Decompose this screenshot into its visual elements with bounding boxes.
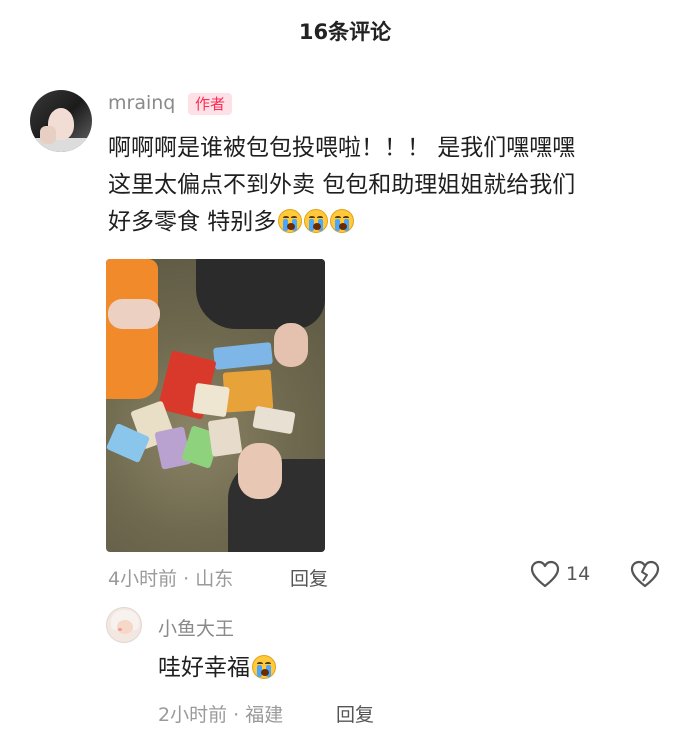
reply-reply-button[interactable]: 回复	[336, 700, 374, 727]
author-avatar[interactable]	[30, 90, 92, 152]
photo-orange-bag	[106, 259, 158, 399]
comment-time-location: 4小时前 · 山东	[108, 568, 234, 590]
crying-face-emoji-icon	[330, 209, 355, 233]
author-badge: 作者	[188, 93, 233, 115]
crying-face-emoji-icon	[278, 209, 303, 233]
reply-username[interactable]: 小鱼大王	[158, 614, 234, 641]
photo-dark-clothing	[196, 259, 325, 329]
avatar-hand	[40, 126, 56, 144]
avatar-shirt	[30, 138, 92, 152]
broken-heart-icon[interactable]	[630, 560, 660, 588]
comment-text-line-3-text: 好多零食 特别多	[108, 209, 277, 235]
comment-photo[interactable]	[106, 259, 325, 552]
reply-avatar-blush	[118, 628, 122, 631]
comment-text-line-1: 啊啊啊是谁被包包投喂啦！！！ 是我们嘿嘿嘿	[108, 135, 576, 161]
reply-text-content: 哇好幸福	[158, 655, 250, 681]
photo-snack	[213, 342, 273, 370]
photo-hand-bottom	[238, 443, 282, 499]
heart-outline-icon[interactable]	[530, 560, 560, 588]
comment-text-line-2: 这里太偏点不到外卖 包包和助理姐姐就给我们	[108, 172, 576, 198]
crying-face-emoji-icon	[252, 655, 276, 679]
comment-reply-button[interactable]: 回复	[290, 564, 328, 591]
photo-snack	[192, 382, 230, 418]
comment-text: 啊啊啊是谁被包包投喂啦！！！ 是我们嘿嘿嘿 这里太偏点不到外卖 包包和助理姐姐就…	[108, 130, 668, 241]
photo-snack	[252, 405, 296, 435]
reply-text: 哇好幸福	[158, 652, 276, 684]
reply-avatar-face	[117, 620, 133, 634]
photo-snack	[222, 369, 274, 413]
author-username[interactable]: mrainq	[108, 92, 175, 114]
comment-text-line-3: 好多零食 特别多	[108, 204, 668, 241]
reply-avatar[interactable]	[106, 607, 142, 643]
crying-face-emoji-icon	[304, 209, 329, 233]
photo-hand-left	[108, 299, 160, 329]
reply-time-location: 2小时前 · 福建	[158, 704, 284, 726]
like-count: 14	[566, 563, 591, 585]
photo-snack	[207, 417, 243, 457]
comments-count-title: 16条评论	[298, 20, 392, 44]
photo-hand-top	[274, 323, 308, 367]
